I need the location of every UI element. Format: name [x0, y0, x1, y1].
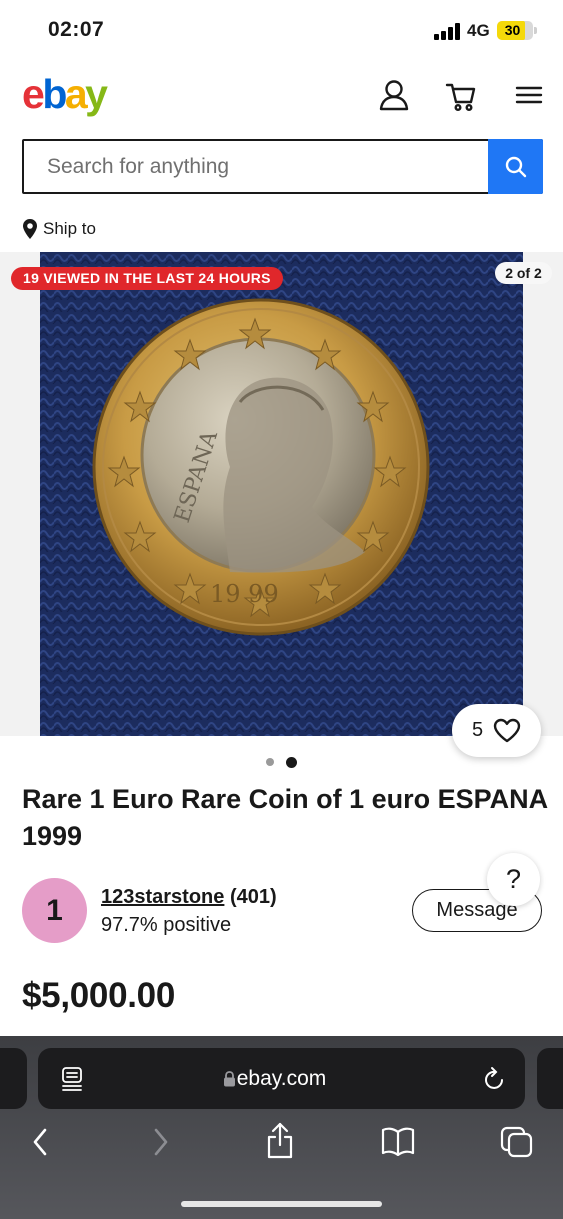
- seller-avatar[interactable]: 1: [22, 878, 87, 943]
- status-bar: 02:07 4G 30: [0, 0, 563, 62]
- ship-to-label: Ship to: [43, 219, 96, 238]
- watch-count: 5: [471, 719, 484, 741]
- network-type: 4G: [467, 21, 490, 40]
- battery-nub: [534, 27, 537, 34]
- address-bar[interactable]: ebay.com: [38, 1048, 525, 1109]
- ebay-logo[interactable]: ebay: [22, 72, 108, 116]
- next-tab-preview[interactable]: [537, 1048, 563, 1109]
- image-gallery[interactable]: 19 99 ESPANA: [0, 252, 563, 736]
- previous-tab-preview[interactable]: [0, 1048, 27, 1109]
- item-price: $5,000.00: [22, 976, 176, 1015]
- back-icon[interactable]: [30, 1126, 50, 1158]
- search-bar: [22, 139, 543, 194]
- seller-info: 123starstone (401): [101, 886, 277, 909]
- battery-icon: 30: [497, 21, 533, 40]
- bookmarks-icon[interactable]: [381, 1126, 415, 1156]
- cart-icon[interactable]: [445, 78, 477, 112]
- search-button[interactable]: [488, 139, 543, 194]
- item-title: Rare 1 Euro Rare Coin of 1 euro ESPANA 1…: [22, 784, 548, 851]
- seller-positive-rating: 97.7% positive: [101, 914, 232, 936]
- seller-name-link[interactable]: 123starstone: [101, 886, 224, 908]
- lock-icon: [224, 1071, 235, 1087]
- pagination-dot[interactable]: [266, 758, 274, 766]
- watch-button[interactable]: 5: [452, 704, 541, 757]
- account-icon[interactable]: [378, 78, 410, 112]
- help-button[interactable]: ?: [487, 853, 540, 906]
- menu-icon[interactable]: [514, 78, 546, 112]
- forward-icon[interactable]: [151, 1126, 171, 1158]
- home-indicator[interactable]: [181, 1201, 382, 1207]
- coin-year: 19 99: [210, 580, 279, 608]
- status-time: 02:07: [48, 18, 105, 41]
- share-icon[interactable]: [266, 1122, 294, 1160]
- item-photo[interactable]: 19 99 ESPANA: [40, 252, 523, 736]
- tabs-icon[interactable]: [500, 1126, 534, 1158]
- viewed-badge: 19 VIEWED IN THE LAST 24 HOURS: [11, 267, 283, 290]
- search-input[interactable]: [24, 141, 488, 192]
- image-counter: 2 of 2: [495, 262, 552, 284]
- url-text: ebay.com: [236, 1067, 327, 1090]
- seller-feedback-score: (401): [229, 886, 277, 908]
- pagination-dot-active[interactable]: [286, 757, 297, 768]
- battery-level: 30: [504, 22, 521, 38]
- heart-icon: [493, 718, 521, 743]
- location-pin-icon: [23, 219, 37, 239]
- gallery-pagination: [0, 757, 563, 768]
- signal-icon: [434, 22, 460, 40]
- ship-to-link[interactable]: Ship to: [22, 218, 96, 240]
- search-icon: [505, 156, 526, 177]
- reload-icon[interactable]: [483, 1066, 507, 1092]
